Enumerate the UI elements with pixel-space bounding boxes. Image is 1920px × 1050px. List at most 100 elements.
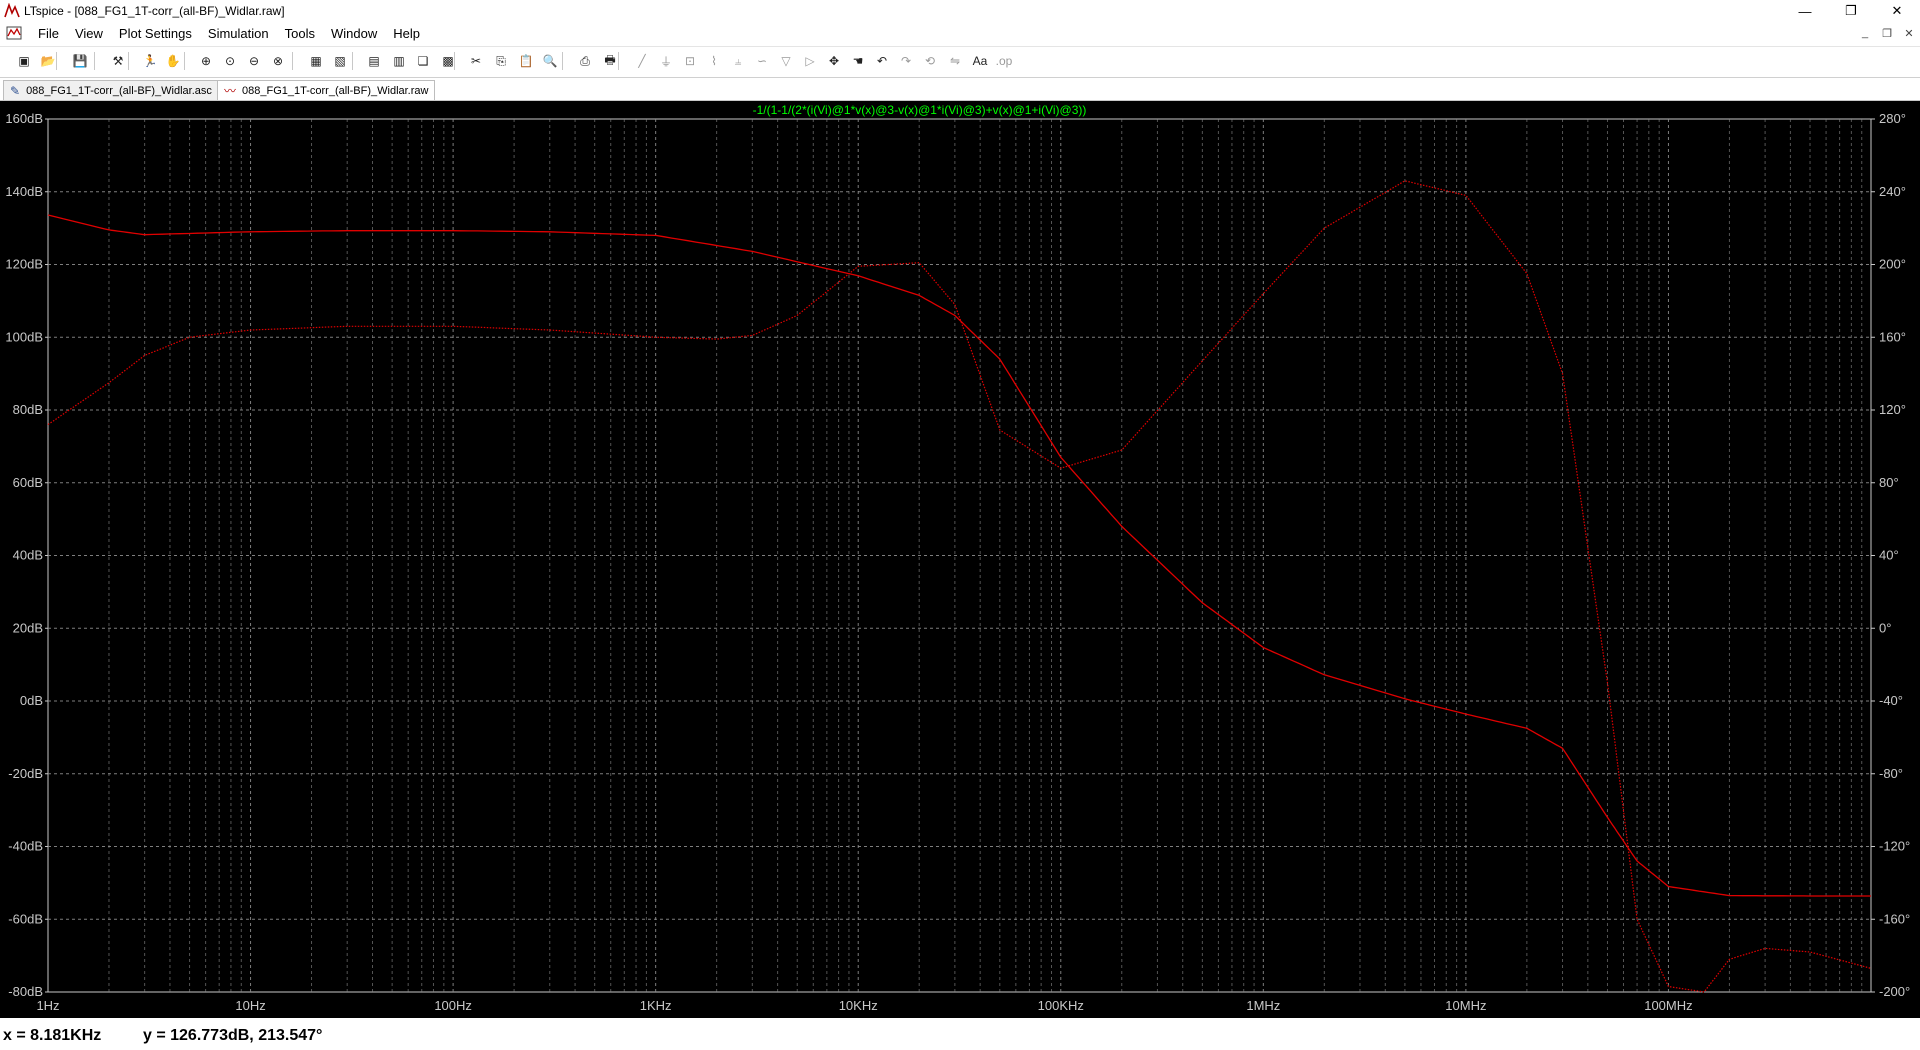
y2-tick-label: 0° (1879, 620, 1891, 635)
copy-icon[interactable]: ⎘ (491, 51, 511, 71)
mdi-restore-button[interactable]: ❐ (1876, 22, 1898, 44)
menu-simulation[interactable]: Simulation (200, 22, 277, 44)
window-controls: — ❐ ✕ (1782, 0, 1920, 22)
menu-tools[interactable]: Tools (277, 22, 323, 44)
tab-waveform[interactable]: 〰 088_FG1_1T-corr_(all-BF)_Widlar.raw (217, 80, 436, 100)
print-setup-icon[interactable]: ⎙ (575, 51, 595, 71)
y-tick-label: 0dB (20, 693, 43, 708)
y-tick-label: 140dB (5, 184, 43, 199)
y2-tick-label: -160° (1879, 911, 1910, 926)
wire-icon[interactable]: ╱ (632, 51, 652, 71)
autorange-icon[interactable]: ▦ (306, 51, 326, 71)
text-icon[interactable]: Aa (970, 51, 990, 71)
zoom-out-icon[interactable]: ⊖ (244, 51, 264, 71)
tab-label: 088_FG1_1T-corr_(all-BF)_Widlar.raw (242, 84, 429, 97)
y2-tick-label: 200° (1879, 257, 1906, 272)
y-tick-label: 40dB (13, 548, 43, 563)
label-net-icon[interactable]: ⊡ (680, 51, 700, 71)
menu-plot-settings[interactable]: Plot Settings (111, 22, 200, 44)
open-icon[interactable]: 📂 (38, 51, 58, 71)
x-tick-label: 1Hz (36, 998, 59, 1013)
spice-directive-icon[interactable]: .op (994, 51, 1014, 71)
waveform-plot-pane[interactable]: 160dB 140dB 120dB 100dB 80dB 60dB 40dB 20dB 0dB -… (0, 101, 1920, 1018)
cascade-icon[interactable]: ❏ (413, 51, 433, 71)
menu-items: File View Plot Settings Simulation Tools Wind… (30, 22, 428, 44)
document-tabs: ✎ 088_FG1_1T-corr_(all-BF)_Widlar.asc 〰 088… (0, 78, 1920, 101)
tab-label: 088_FG1_1T-corr_(all-BF)_Widlar.asc (26, 84, 212, 97)
toolbar-separator (94, 52, 95, 70)
control-panel-icon[interactable]: ⚒ (108, 51, 128, 71)
move-icon[interactable]: ✥ (824, 51, 844, 71)
waveform-plot[interactable]: 160dB 140dB 120dB 100dB 80dB 60dB 40dB 20dB 0dB -… (0, 101, 1920, 1018)
menu-window[interactable]: Window (323, 22, 385, 44)
mdi-minimize-button[interactable]: _ (1854, 22, 1876, 44)
x-tick-label: 100KHz (1038, 998, 1084, 1013)
zoom-cancel-icon[interactable]: ⊗ (268, 51, 288, 71)
cut-icon[interactable]: ✂ (466, 51, 486, 71)
paste-icon[interactable]: 📋 (516, 51, 536, 71)
toolbar-separator (352, 52, 353, 70)
save-icon[interactable]: 💾 (70, 51, 90, 71)
toolbar-separator (128, 52, 129, 70)
y-tick-label: -60dB (8, 911, 43, 926)
waveform-window-icon[interactable] (6, 25, 22, 41)
y-tick-label: 160dB (5, 111, 43, 126)
mdi-close-button[interactable]: ✕ (1898, 22, 1920, 44)
y2-tick-label: -200° (1879, 984, 1910, 999)
waveform-icon: 〰 (224, 84, 237, 98)
diode-icon[interactable]: ▽ (776, 51, 796, 71)
tab-schematic[interactable]: ✎ 088_FG1_1T-corr_(all-BF)_Widlar.asc (3, 80, 219, 100)
halt-icon[interactable]: ✋ (163, 51, 183, 71)
y-tick-label: -80dB (8, 984, 43, 999)
mirror-icon[interactable]: ⇋ (945, 51, 965, 71)
rotate-icon[interactable]: ⟲ (920, 51, 940, 71)
run-icon[interactable]: 🏃 (140, 51, 160, 71)
cursor-x-readout: x = 8.181KHz (3, 1027, 102, 1044)
print-icon[interactable]: 🖶 (600, 51, 620, 71)
restore-button[interactable]: ❐ (1828, 0, 1874, 22)
toolbar-separator (184, 52, 185, 70)
zoom-in-icon[interactable]: ⊕ (196, 51, 216, 71)
title-bar: LTspice - [088_FG1_1T-corr_(all-BF)_Widl… (0, 0, 1920, 22)
component-icon[interactable]: ▷ (800, 51, 820, 71)
close-button[interactable]: ✕ (1874, 0, 1920, 22)
tile-horizontal-icon[interactable]: ▤ (364, 51, 384, 71)
capacitor-icon[interactable]: ⫨ (728, 51, 748, 71)
phase-trace[interactable] (47, 180, 1872, 993)
y-tick-label: -40dB (8, 839, 43, 854)
close-all-icon[interactable]: ▩ (438, 51, 458, 71)
y-tick-label: 20dB (13, 620, 43, 635)
drag-icon[interactable]: ☚ (848, 51, 868, 71)
y2-tick-label: 240° (1879, 184, 1906, 199)
undo-icon[interactable]: ↶ (872, 51, 892, 71)
toolbar-separator (56, 52, 57, 70)
new-schematic-icon[interactable]: ▣ (14, 51, 34, 71)
x-tick-label: 100Hz (434, 998, 472, 1013)
x-tick-label: 10MHz (1445, 998, 1486, 1013)
tile-vertical-icon[interactable]: ▥ (389, 51, 409, 71)
inductor-icon[interactable]: ∽ (752, 51, 772, 71)
minimize-button[interactable]: — (1782, 0, 1828, 22)
menu-file[interactable]: File (30, 22, 67, 44)
toolbar-separator (292, 52, 293, 70)
find-icon[interactable]: 🔍 (540, 51, 560, 71)
y2-tick-label: -120° (1879, 839, 1910, 854)
menu-bar: File View Plot Settings Simulation Tools Wind… (0, 22, 1920, 44)
y-tick-label: 100dB (5, 329, 43, 344)
x-tick-label: 1KHz (640, 998, 672, 1013)
trace-expression-label[interactable]: -1/(1-1/(2*(i(Vi)@1*v(x)@3-v(x)@1*i(Vi)@… (753, 103, 1087, 117)
y2-tick-label: 40° (1879, 548, 1899, 563)
y2-tick-label: 280° (1879, 111, 1906, 126)
pan-icon[interactable]: ⊙ (220, 51, 240, 71)
toolbar: ▣ 📂 💾 ⚒ 🏃 ✋ ⊕ ⊙ ⊖ ⊗ ▦ ▧ ▤ ▥ ❏ ▩ ✂ ⎘ 📋 🔍 ⎙ 🖶 ╱ ⏚ ⊡ ⌇ ⫨ ∽ ▽ ▷ ✥ ☚ ↶ ↷ ⟲ ⇋ Aa .o… (0, 46, 1920, 78)
menu-help[interactable]: Help (385, 22, 428, 44)
pick-visible-traces-icon[interactable]: ▧ (330, 51, 350, 71)
redo-icon[interactable]: ↷ (896, 51, 916, 71)
toolbar-separator (454, 52, 455, 70)
y-tick-label: 120dB (5, 257, 43, 272)
toolbar-separator (618, 52, 619, 70)
resistor-icon[interactable]: ⌇ (704, 51, 724, 71)
mdi-controls: _ ❐ ✕ (1854, 22, 1920, 44)
menu-view[interactable]: View (67, 22, 111, 44)
ground-icon[interactable]: ⏚ (656, 51, 676, 71)
